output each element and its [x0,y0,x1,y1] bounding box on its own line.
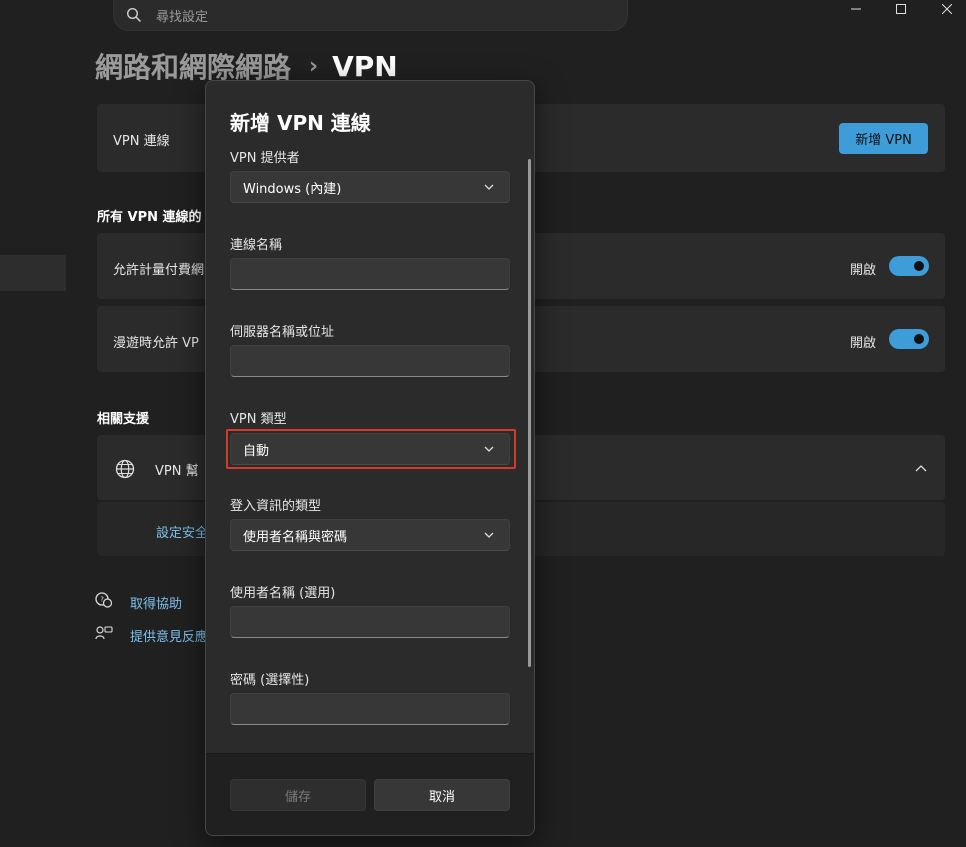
connection-name-input[interactable] [230,258,510,290]
add-vpn-dialog: 新增 VPN 連線 VPN 提供者 Windows (內建) 連線名稱 伺服器名… [205,80,535,836]
password-input[interactable] [230,693,510,725]
help-icon: ? [95,592,113,608]
search-input[interactable]: 尋找設定 [156,6,208,25]
roaming-setting-label: 漫遊時允許 VP [113,336,199,351]
feedback-link[interactable]: 提供意見反應 [130,626,208,645]
chevron-down-icon [484,184,494,190]
page-title: VPN [332,49,398,83]
chevron-down-icon [484,532,494,538]
close-icon [942,4,952,14]
cancel-button[interactable]: 取消 [374,779,510,811]
signin-type-label: 登入資訊的類型 [230,499,322,514]
dialog-title: 新增 VPN 連線 [230,111,371,135]
dialog-footer: 儲存 取消 [206,753,534,835]
password-label: 密碼 (選擇性) [230,673,310,688]
search-icon [126,7,142,23]
svg-text:?: ? [100,596,104,604]
username-label: 使用者名稱 (選用) [230,586,336,601]
connection-name-label: 連線名稱 [230,238,283,253]
signin-type-value: 使用者名稱與密碼 [243,529,348,545]
chevron-up-icon[interactable] [915,463,927,473]
vpn-type-dropdown[interactable]: 自動 [230,433,510,465]
related-section-title: 相關支援 [97,412,150,427]
chevron-down-icon [484,446,494,452]
server-input[interactable] [230,345,510,377]
provider-value: Windows (內建) [243,181,342,197]
security-settings-link[interactable]: 設定安全 [156,522,208,541]
roaming-toggle[interactable] [889,329,929,349]
globe-icon [115,459,135,479]
feedback-icon [95,626,113,640]
metered-setting-label: 允許計量付費網 [113,263,205,278]
save-button[interactable]: 儲存 [230,779,366,811]
get-help-link[interactable]: 取得協助 [130,593,182,612]
breadcrumb-separator: › [309,53,319,79]
dialog-scrollbar[interactable] [528,159,531,667]
maximize-icon [896,4,906,14]
vpn-connections-label: VPN 連線 [113,134,170,149]
add-vpn-button[interactable]: 新增 VPN [839,123,928,154]
metered-toggle[interactable] [889,256,929,276]
vpn-help-label: VPN 幫 [155,464,199,479]
close-button[interactable] [924,0,966,18]
vpn-type-value: 自動 [243,443,270,459]
roaming-toggle-state: 開啟 [850,336,877,351]
username-input[interactable] [230,606,510,638]
minimize-button[interactable] [833,0,879,18]
sidebar-item-selected[interactable] [0,255,66,291]
advanced-section-title: 所有 VPN 連線的 [97,210,202,225]
minimize-icon [851,8,861,10]
vpn-type-label: VPN 類型 [230,412,287,427]
maximize-button[interactable] [878,0,924,18]
provider-label: VPN 提供者 [230,151,300,166]
provider-dropdown[interactable]: Windows (內建) [230,171,510,203]
server-label: 伺服器名稱或位址 [230,325,335,340]
signin-type-dropdown[interactable]: 使用者名稱與密碼 [230,519,510,551]
metered-toggle-state: 開啟 [850,263,877,278]
search-box[interactable]: 尋找設定 [113,0,628,31]
